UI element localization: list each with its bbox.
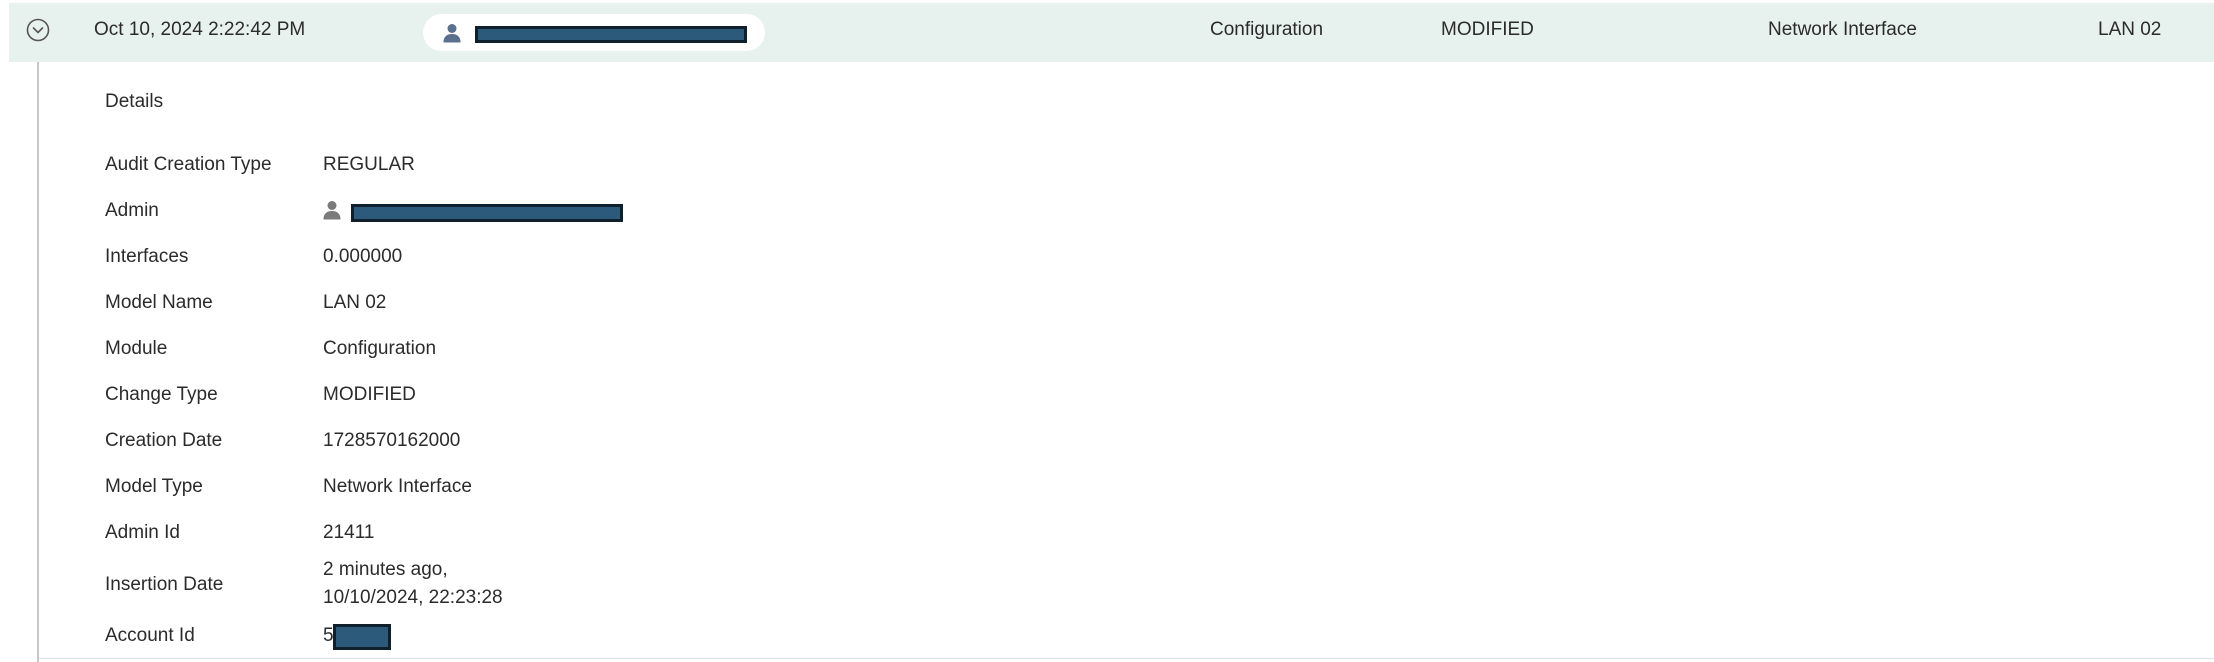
row-model-type: Network Interface: [1768, 19, 1917, 40]
details-bottom-divider: [39, 658, 2214, 659]
person-icon: [443, 23, 461, 48]
field-value-creation-date: 1728570162000: [323, 430, 461, 451]
field-value-model-name: LAN 02: [323, 292, 387, 313]
field-value-account-id: 5: [323, 625, 334, 646]
field-label-creation-date: Creation Date: [105, 430, 223, 451]
collapse-row-button[interactable]: [25, 17, 51, 43]
field-value-change-type: MODIFIED: [323, 384, 416, 405]
admin-user-chip[interactable]: [423, 14, 765, 51]
field-value-module: Configuration: [323, 338, 437, 359]
row-change-type: MODIFIED: [1441, 19, 1534, 40]
row-timestamp: Oct 10, 2024 2:22:42 PM: [94, 19, 306, 40]
field-value-model-type: Network Interface: [323, 476, 472, 497]
redacted-account-id: [333, 624, 391, 650]
chevron-circle-down-icon: [26, 18, 50, 42]
field-label-audit-creation-type: Audit Creation Type: [105, 154, 272, 175]
field-value-insertion-absolute: 10/10/2024, 22:23:28: [323, 587, 503, 608]
details-left-rule: [37, 62, 39, 662]
person-icon: [323, 200, 341, 225]
field-label-module: Module: [105, 338, 168, 359]
field-label-admin-id: Admin Id: [105, 522, 180, 543]
details-title: Details: [105, 91, 164, 112]
field-value-audit-creation-type: REGULAR: [323, 154, 415, 175]
field-label-model-name: Model Name: [105, 292, 213, 313]
field-value-admin-id: 21411: [323, 522, 375, 543]
row-module: Configuration: [1210, 19, 1324, 40]
field-label-change-type: Change Type: [105, 384, 218, 405]
redacted-admin-email: [351, 204, 623, 222]
field-label-account-id: Account Id: [105, 625, 195, 646]
field-value-interfaces: 0.000000: [323, 246, 403, 267]
audit-row-header[interactable]: Oct 10, 2024 2:22:42 PM Configuration MO…: [9, 3, 2214, 62]
row-model-name: LAN 02: [2098, 19, 2162, 40]
redacted-admin-email: [475, 26, 747, 43]
field-value-insertion-relative: 2 minutes ago,: [323, 559, 448, 580]
field-label-model-type: Model Type: [105, 476, 203, 497]
field-label-admin: Admin: [105, 200, 159, 221]
field-label-insertion-date: Insertion Date: [105, 574, 224, 595]
field-label-interfaces: Interfaces: [105, 246, 189, 267]
